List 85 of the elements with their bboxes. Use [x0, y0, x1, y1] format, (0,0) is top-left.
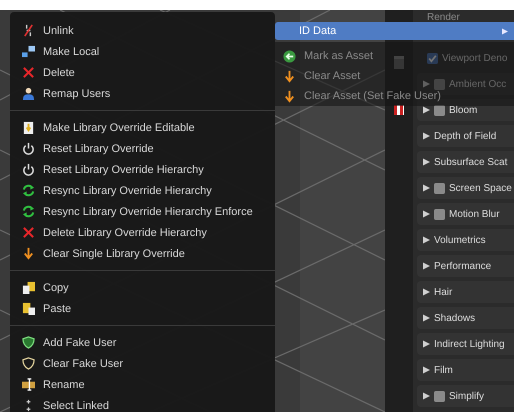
panel-header[interactable]: Screen Space: [417, 177, 514, 199]
menu-item[interactable]: Resync Library Override Hierarchy Enforce: [10, 201, 275, 222]
menu-item[interactable]: Make Local: [10, 41, 275, 62]
panel-title: Simplify: [449, 390, 484, 402]
clipboard-icon: [22, 121, 35, 134]
expand-triangle-icon: [423, 288, 430, 296]
shield-icon: [22, 357, 35, 370]
arrow-left-icon: [283, 50, 296, 62]
expand-triangle-icon: [423, 340, 430, 348]
menu-item[interactable]: Mark as Asset: [275, 46, 378, 66]
expand-triangle-icon: [423, 262, 430, 270]
menu-item[interactable]: Rename: [10, 374, 275, 395]
expand-triangle-icon: [423, 80, 430, 88]
shield-icon: [22, 336, 35, 349]
checkbox[interactable]: [434, 104, 445, 116]
cross-icon: [22, 226, 35, 239]
panel-title: Screen Space: [449, 182, 512, 194]
panel-header[interactable]: Shadows: [417, 307, 514, 329]
menu-item[interactable]: Clear Single Library Override: [10, 243, 275, 264]
panel-title: Film: [434, 364, 453, 376]
panel-header[interactable]: Subsurface Scat: [417, 151, 514, 173]
panel-header[interactable]: Simplify: [417, 385, 514, 407]
arrow-down-icon: [283, 70, 296, 82]
expand-triangle-icon: [423, 392, 430, 400]
menu-item[interactable]: Add Fake User: [10, 332, 275, 353]
power-icon: [22, 142, 35, 155]
expand-triangle-icon: [423, 106, 430, 114]
panel-title: Hair: [434, 286, 452, 298]
menu-item[interactable]: Select Linked: [10, 395, 275, 412]
panel-header[interactable]: Volumetrics: [417, 229, 514, 251]
checkbox[interactable]: [434, 78, 445, 90]
panel-header[interactable]: Depth of Field: [417, 125, 514, 147]
cross-icon: [22, 66, 35, 79]
checkbox[interactable]: [434, 390, 445, 402]
menu-item[interactable]: Copy: [10, 277, 275, 298]
menu-item[interactable]: Resync Library Override Hierarchy: [10, 180, 275, 201]
submenu-arrow-icon: [502, 28, 508, 34]
menu-item[interactable]: Make Library Override Editable: [10, 117, 275, 138]
submenu-item[interactable]: ID Data: [275, 22, 514, 40]
blocks-icon: [22, 45, 35, 58]
panel-title: Bloom: [449, 104, 478, 116]
unlink-icon: [22, 24, 35, 37]
menu-item[interactable]: Clear Fake User: [10, 353, 275, 374]
panel-heading: Render: [426, 12, 461, 24]
rename-icon: [22, 378, 35, 391]
panel-title: Motion Blur: [449, 208, 500, 220]
menu-item[interactable]: Clear Asset: [275, 66, 364, 86]
menu-item[interactable]: Delete Library Override Hierarchy: [10, 222, 275, 243]
user-icon: [22, 87, 35, 100]
refresh-icon: [22, 184, 35, 197]
arrow-down-icon: [283, 90, 296, 102]
expand-triangle-icon: [423, 158, 430, 166]
panel-header[interactable]: Motion Blur: [417, 203, 514, 225]
panel-header[interactable]: Hair: [417, 281, 514, 303]
arrow-down-icon: [22, 247, 35, 260]
panel-title: Subsurface Scat: [434, 156, 508, 168]
checkbox[interactable]: [427, 52, 438, 64]
panel-title: Performance: [434, 260, 492, 272]
menu-item[interactable]: Unlink: [10, 20, 275, 41]
menu-item[interactable]: Paste: [10, 298, 275, 319]
panel-title: Viewport Deno: [442, 52, 508, 64]
menu-item[interactable]: Reset Library Override: [10, 138, 275, 159]
power-icon: [22, 163, 35, 176]
checkbox[interactable]: [434, 182, 445, 194]
panel-header[interactable]: Performance: [417, 255, 514, 277]
panel-title: Shadows: [434, 312, 476, 324]
menu-item[interactable]: Reset Library Override Hierarchy: [10, 159, 275, 180]
expand-triangle-icon: [423, 210, 430, 218]
expand-triangle-icon: [423, 132, 430, 140]
panel-header[interactable]: Indirect Lighting: [417, 333, 514, 355]
menu-item[interactable]: Delete: [10, 62, 275, 83]
expand-triangle-icon: [423, 236, 430, 244]
menu-item[interactable]: Remap Users: [10, 83, 275, 104]
checkbox[interactable]: [434, 208, 445, 220]
panel-title: Ambient Occ: [449, 78, 506, 90]
panel-title: Depth of Field: [434, 130, 496, 142]
paste-icon: [22, 302, 35, 315]
panel-title: Volumetrics: [434, 234, 486, 246]
expand-triangle-icon: [423, 314, 430, 322]
panel-title: Indirect Lighting: [434, 338, 505, 350]
expand-triangle-icon: [423, 366, 430, 374]
copy-icon: [22, 281, 35, 294]
panel-header[interactable]: Film: [417, 359, 514, 381]
expand-triangle-icon: [423, 184, 430, 192]
refresh-icon: [22, 205, 35, 218]
